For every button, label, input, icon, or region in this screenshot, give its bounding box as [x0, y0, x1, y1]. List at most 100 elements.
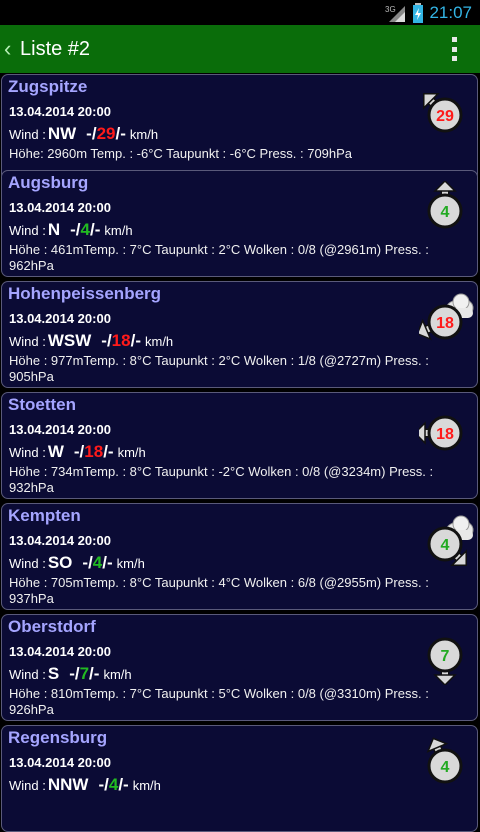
- station-card[interactable]: Hohenpeissenberg 13.04.2014 20:00 Wind : WS…: [1, 281, 478, 388]
- wind-speed-value: 4: [92, 553, 103, 572]
- station-details: Höhe : 734mTemp. : 8°C Taupunkt : -2°C W…: [9, 464, 434, 495]
- wind-arrow-so-icon: 4: [419, 514, 475, 574]
- station-name: Kempten: [8, 506, 81, 525]
- wind-speed-prefix: -/: [73, 442, 85, 461]
- wind-label: Wind :: [9, 127, 46, 142]
- station-date: 13.04.2014 20:00: [9, 422, 111, 437]
- wind-speed: -/4/-: [82, 553, 112, 572]
- wind-row: Wind : N -/4/- km/h: [9, 220, 133, 240]
- wind-speed: -/29/-: [86, 124, 126, 143]
- station-name: Regensburg: [8, 728, 108, 747]
- station-date: 13.04.2014 20:00: [9, 104, 111, 119]
- wind-label: Wind :: [9, 778, 46, 793]
- wind-label: Wind :: [9, 445, 46, 460]
- wind-speed-prefix: -/: [98, 775, 109, 794]
- svg-text:4: 4: [441, 204, 450, 221]
- wind-speed-value: 4: [108, 775, 119, 794]
- station-details: Höhe : 977mTemp. : 8°C Taupunkt : 2°C Wo…: [9, 353, 429, 384]
- wind-unit: km/h: [116, 556, 145, 571]
- wind-direction: N: [47, 220, 61, 239]
- wind-speed-value: 4: [80, 220, 90, 239]
- station-date: 13.04.2014 20:00: [9, 311, 111, 326]
- wind-speed: -/4/-: [70, 220, 100, 239]
- station-name: Augsburg: [8, 173, 89, 192]
- wind-label: Wind :: [9, 556, 46, 571]
- svg-text:29: 29: [436, 108, 454, 125]
- wind-speed-suffix: /-: [130, 331, 141, 350]
- svg-text:18: 18: [436, 426, 454, 443]
- station-details: Höhe : 461mTemp. : 7°C Taupunkt : 2°C Wo…: [9, 242, 429, 273]
- wind-speed-prefix: -/: [70, 220, 81, 239]
- station-name: Hohenpeissenberg: [8, 284, 162, 303]
- wind-direction: W: [47, 442, 64, 461]
- wind-speed-prefix: -/: [86, 124, 97, 143]
- station-card[interactable]: Kempten 13.04.2014 20:00 Wind : SO -/4/- km/h…: [1, 503, 478, 610]
- station-details: Höhe : 810mTemp. : 7°C Taupunkt : 5°C Wo…: [9, 686, 429, 717]
- station-card[interactable]: Zugspitze 13.04.2014 20:00 Wind : NW -/29/- k…: [1, 74, 478, 181]
- wind-speed: -/18/-: [74, 442, 114, 461]
- station-card[interactable]: Augsburg 13.04.2014 20:00 Wind : N -/4/- km/h…: [1, 170, 478, 277]
- wind-row: Wind : NNW -/4/- km/h: [9, 775, 161, 795]
- status-bar: 3G 21:07: [0, 0, 480, 25]
- wind-speed-prefix: -/: [82, 553, 93, 572]
- wind-arrow-nnw-icon: 4: [419, 736, 475, 796]
- wind-direction: SO: [47, 553, 73, 572]
- station-card[interactable]: Oberstdorf 13.04.2014 20:00 Wind : S -/7/- km…: [1, 614, 478, 721]
- wind-speed: -/4/-: [98, 775, 128, 794]
- wind-label: Wind :: [9, 334, 46, 349]
- svg-text:4: 4: [441, 537, 450, 554]
- wind-arrow-w-icon: 18: [413, 403, 475, 463]
- station-date: 13.04.2014 20:00: [9, 644, 111, 659]
- wind-direction: NW: [47, 124, 77, 143]
- overflow-menu-icon[interactable]: [452, 37, 458, 61]
- station-date: 13.04.2014 20:00: [9, 533, 111, 548]
- wind-speed-suffix: /-: [115, 124, 126, 143]
- station-card[interactable]: Regensburg 13.04.2014 20:00 Wind : NNW -/4/-…: [1, 725, 478, 832]
- wind-row: Wind : SO -/4/- km/h: [9, 553, 145, 573]
- station-details: Höhe: 2960m Temp. : -6°C Taupunkt : -6°C…: [9, 146, 353, 161]
- svg-text:7: 7: [441, 648, 450, 665]
- wind-direction: S: [47, 664, 60, 683]
- wind-direction: WSW: [47, 331, 92, 350]
- wind-speed: -/18/-: [101, 331, 141, 350]
- wind-arrow-n-icon: 4: [419, 179, 475, 241]
- station-card[interactable]: Stoetten 13.04.2014 20:00 Wind : W -/18/- km/…: [1, 392, 478, 499]
- svg-text:4: 4: [441, 759, 450, 776]
- station-date: 13.04.2014 20:00: [9, 755, 111, 770]
- wind-row: Wind : S -/7/- km/h: [9, 664, 132, 684]
- wind-speed-value: 18: [84, 442, 104, 461]
- chevron-left-icon[interactable]: ‹: [4, 25, 18, 73]
- battery-charging-icon: [413, 2, 424, 23]
- station-name: Zugspitze: [8, 77, 88, 96]
- network-3g-icon: 3G: [385, 5, 406, 22]
- wind-speed-prefix: -/: [69, 664, 80, 683]
- svg-text:3G: 3G: [385, 5, 396, 14]
- station-name: Stoetten: [8, 395, 76, 414]
- wind-speed-value: 7: [79, 664, 90, 683]
- wind-arrow-s-icon: 7: [419, 625, 475, 687]
- wind-speed-prefix: -/: [101, 331, 112, 350]
- wind-unit: km/h: [129, 127, 159, 142]
- wind-speed-suffix: /-: [102, 553, 113, 572]
- wind-unit: km/h: [132, 778, 161, 793]
- wind-speed-value: 29: [96, 124, 116, 143]
- clock: 21:07: [429, 2, 472, 22]
- station-details: Höhe : 705mTemp. : 8°C Taupunkt : 4°C Wo…: [9, 575, 429, 606]
- wind-unit: km/h: [103, 667, 132, 682]
- wind-arrow-nw-icon: 29: [419, 85, 475, 145]
- wind-speed-suffix: /-: [89, 664, 100, 683]
- wind-row: Wind : WSW -/18/- km/h: [9, 331, 173, 351]
- wind-speed: -/7/-: [69, 664, 99, 683]
- wind-row: Wind : W -/18/- km/h: [9, 442, 146, 462]
- svg-text:18: 18: [436, 315, 454, 332]
- wind-direction: NNW: [47, 775, 89, 794]
- wind-label: Wind :: [9, 667, 46, 682]
- wind-unit: km/h: [117, 445, 146, 460]
- page-title[interactable]: Liste #2: [20, 38, 90, 61]
- wind-label: Wind :: [9, 223, 46, 238]
- wind-arrow-wsw-icon: 18: [416, 292, 475, 352]
- wind-speed-value: 18: [111, 331, 131, 350]
- station-date: 13.04.2014 20:00: [9, 200, 111, 215]
- status-icons: 3G 21:07: [385, 2, 472, 23]
- wind-unit: km/h: [144, 334, 174, 349]
